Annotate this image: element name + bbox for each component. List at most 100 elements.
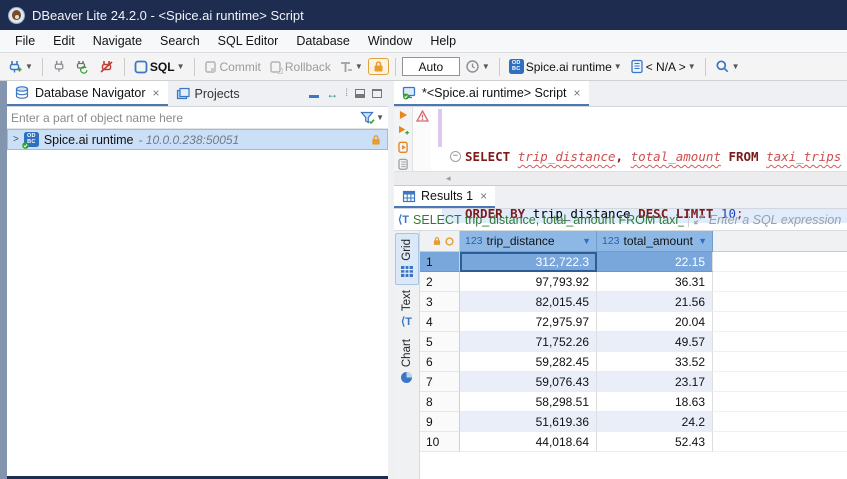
cell-total-amount[interactable]: 24.2 [597,412,713,432]
cell-total-amount[interactable]: 49.57 [597,332,713,352]
disconnect-button[interactable] [96,57,118,77]
expand-filter-icon[interactable] [693,213,705,226]
tab-sql-script[interactable]: *<Spice.ai runtime> Script × [394,81,589,106]
sort-filter-icon[interactable]: ▼ [582,236,591,246]
rollback-button[interactable]: Rollback [266,58,334,76]
cell-total-amount[interactable]: 22.15 [597,252,713,272]
cell-trip-distance[interactable]: 58,298.51 [460,392,597,412]
collapse-all-icon[interactable] [309,90,319,98]
active-connection-selector[interactable]: ODBC Spice.ai runtime ▼ [506,57,625,76]
transaction-mode-button[interactable]: ▼ [336,58,366,76]
view-menu-icon[interactable]: ⁞ [345,89,348,99]
execute-statement-icon[interactable] [398,110,409,120]
cell-trip-distance[interactable]: 82,015.45 [460,292,597,312]
row-number[interactable]: 1 [420,252,460,272]
menu-file[interactable]: File [6,31,44,51]
tab-projects[interactable]: Projects [168,81,248,106]
new-connection-button[interactable]: ▼ [4,57,36,77]
commit-mode-combo[interactable]: Auto [402,57,460,76]
reconnect-button[interactable] [72,57,94,77]
table-row[interactable]: 9 51,619.36 24.2 [420,412,847,432]
close-icon[interactable]: × [480,189,487,203]
cell-total-amount[interactable]: 20.04 [597,312,713,332]
table-row[interactable]: 6 59,282.45 33.52 [420,352,847,372]
row-number[interactable]: 9 [420,412,460,432]
view-tab-grid[interactable]: Grid [395,233,419,285]
fold-marker-icon[interactable]: − [450,151,461,162]
editor-horizontal-scrollbar[interactable]: ◂ [394,171,847,185]
explain-plan-icon[interactable] [397,158,410,171]
table-row[interactable]: 8 58,298.51 18.63 [420,392,847,412]
cell-total-amount[interactable]: 33.52 [597,352,713,372]
cell-trip-distance[interactable]: 72,975.97 [460,312,597,332]
view-tab-chart[interactable]: Chart [395,334,419,390]
chevron-down-icon[interactable]: ▼ [376,113,384,122]
expression-filter-icon[interactable]: ⟨T [398,213,409,226]
link-editor-icon[interactable]: ↔ [326,88,338,100]
menu-window[interactable]: Window [359,31,421,51]
menu-database[interactable]: Database [287,31,359,51]
row-number[interactable]: 5 [420,332,460,352]
grid-corner-cell[interactable] [420,231,460,252]
tab-results-1[interactable]: Results 1 × [394,186,495,208]
connect-button[interactable] [49,57,70,76]
cell-trip-distance[interactable]: 97,793.92 [460,272,597,292]
menu-sql-editor[interactable]: SQL Editor [209,31,288,51]
scroll-left-icon[interactable]: ◂ [446,173,451,184]
sql-code[interactable]: −SELECT trip_distance, total_amount FROM… [442,107,847,171]
commit-button[interactable]: Commit [201,58,264,76]
cell-trip-distance[interactable]: 59,076.43 [460,372,597,392]
search-button[interactable]: ▼ [712,57,743,76]
table-row[interactable]: 10 44,018.64 52.43 [420,432,847,452]
results-filter-sql[interactable]: SELECT trip_distance, total_amount FROM … [413,213,684,227]
expander-icon[interactable]: > [13,134,19,145]
minimize-view-icon[interactable] [355,89,365,98]
table-row[interactable]: 4 72,975.97 20.04 [420,312,847,332]
filter-expression-placeholder[interactable]: Enter a SQL expression to [709,213,843,227]
table-row[interactable]: 5 71,752.26 49.57 [420,332,847,352]
cell-total-amount[interactable]: 18.63 [597,392,713,412]
row-number[interactable]: 8 [420,392,460,412]
table-row[interactable]: 7 59,076.43 23.17 [420,372,847,392]
row-number[interactable]: 2 [420,272,460,292]
menu-edit[interactable]: Edit [44,31,84,51]
column-header-trip-distance[interactable]: 123 trip_distance ▼ [460,231,597,252]
view-tab-text[interactable]: Text ⟨T [395,285,419,334]
menu-help[interactable]: Help [421,31,465,51]
connection-tree-item[interactable]: > ODBC Spice.ai runtime - 10.0.0.238:500… [7,129,388,150]
row-number[interactable]: 10 [420,432,460,452]
cell-total-amount[interactable]: 52.43 [597,432,713,452]
menu-navigate[interactable]: Navigate [84,31,151,51]
cell-trip-distance[interactable]: 44,018.64 [460,432,597,452]
tab-database-navigator[interactable]: Database Navigator × [7,81,168,106]
cell-total-amount[interactable]: 21.56 [597,292,713,312]
close-icon[interactable]: × [152,86,159,100]
table-row[interactable]: 1 312,722.3 22.15 [420,252,847,272]
row-number[interactable]: 3 [420,292,460,312]
transaction-log-button[interactable]: ▼ [462,57,493,76]
active-database-selector[interactable]: < N/A > ▼ [627,57,699,76]
row-number[interactable]: 7 [420,372,460,392]
object-filter-input[interactable] [11,111,360,125]
execute-new-tab-icon[interactable] [397,125,410,136]
editor-annotation-column [413,107,431,171]
cell-trip-distance[interactable]: 59,282.45 [460,352,597,372]
cell-trip-distance[interactable]: 312,722.3 [460,252,597,272]
cell-total-amount[interactable]: 36.31 [597,272,713,292]
sort-filter-icon[interactable]: ▼ [698,236,707,246]
execute-script-icon[interactable] [397,141,410,154]
table-row[interactable]: 3 82,015.45 21.56 [420,292,847,312]
filter-funnel-icon[interactable] [360,111,376,125]
menu-search[interactable]: Search [151,31,209,51]
table-row[interactable]: 2 97,793.92 36.31 [420,272,847,292]
row-number[interactable]: 4 [420,312,460,332]
row-number[interactable]: 6 [420,352,460,372]
cell-trip-distance[interactable]: 71,752.26 [460,332,597,352]
column-header-total-amount[interactable]: 123 total_amount ▼ [597,231,713,252]
cell-trip-distance[interactable]: 51,619.36 [460,412,597,432]
autocommit-lock-button[interactable] [368,58,389,75]
close-icon[interactable]: × [574,86,581,100]
cell-total-amount[interactable]: 23.17 [597,372,713,392]
maximize-view-icon[interactable] [372,89,382,98]
sql-editor-button[interactable]: SQL ▼ [131,58,188,76]
